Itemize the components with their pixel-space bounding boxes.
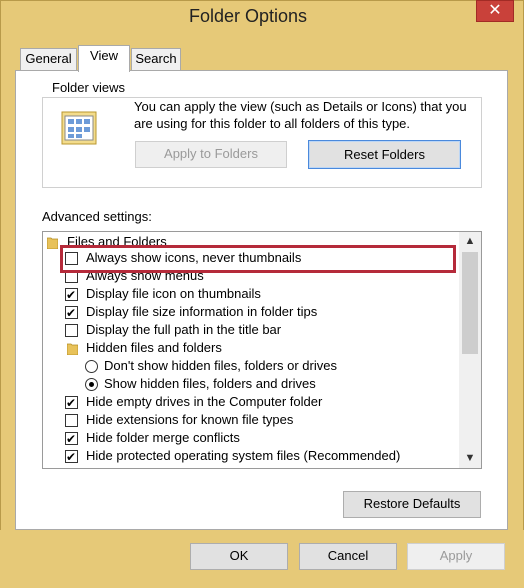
highlight-box — [60, 245, 456, 273]
list-item-label: Display file icon on thumbnails — [86, 286, 261, 301]
display-file-size-checkbox[interactable] — [65, 304, 78, 322]
ok-button[interactable]: OK — [190, 543, 288, 570]
apply-button[interactable]: Apply — [407, 543, 505, 570]
tab-search[interactable]: Search — [131, 48, 181, 70]
folder-views-icon — [60, 108, 102, 150]
list-item-label: Hide extensions for known file types — [86, 412, 294, 427]
apply-to-folders-button[interactable]: Apply to Folders — [135, 141, 287, 168]
window-title: Folder Options — [188, 6, 308, 26]
folder-views-label: Folder views — [49, 80, 128, 95]
hide-protected-files-checkbox[interactable] — [65, 448, 78, 466]
list-item-label: Display the full path in the title bar — [86, 322, 282, 337]
close-button[interactable]: ✕ — [476, 0, 514, 22]
hide-folder-merge-checkbox[interactable] — [65, 430, 78, 448]
dont-show-hidden-radio[interactable] — [85, 360, 98, 373]
folder-icon — [67, 343, 78, 355]
scroll-thumb[interactable] — [462, 252, 478, 354]
hide-empty-drives-checkbox[interactable] — [65, 394, 78, 412]
display-full-path-checkbox[interactable] — [65, 324, 78, 337]
list-item-label: Hide empty drives in the Computer folder — [86, 394, 323, 409]
folder-views-description: You can apply the view (such as Details … — [134, 99, 467, 131]
tab-general[interactable]: General — [20, 48, 77, 70]
list-item-label: Show hidden files, folders and drives — [104, 376, 316, 391]
folder-icon — [47, 237, 58, 249]
advanced-settings-label: Advanced settings: — [42, 209, 152, 224]
reset-folders-button[interactable]: Reset Folders — [308, 140, 461, 169]
show-hidden-radio[interactable] — [85, 378, 98, 391]
scroll-down-icon[interactable]: ▼ — [459, 449, 481, 467]
list-item-label: Hide folder merge conflicts — [86, 430, 240, 445]
list-item-label: Hide protected operating system files (R… — [86, 448, 401, 463]
display-file-icon-checkbox[interactable] — [65, 286, 78, 304]
list-item-label: Display file size information in folder … — [86, 304, 318, 319]
cancel-button[interactable]: Cancel — [299, 543, 397, 570]
list-item-label: Don't show hidden files, folders or driv… — [104, 358, 337, 373]
scroll-up-icon[interactable]: ▲ — [459, 232, 481, 250]
list-item-label: Hidden files and folders — [86, 340, 222, 355]
restore-defaults-button[interactable]: Restore Defaults — [343, 491, 481, 518]
tab-view[interactable]: View — [78, 45, 130, 72]
hide-extensions-checkbox[interactable] — [65, 414, 78, 427]
